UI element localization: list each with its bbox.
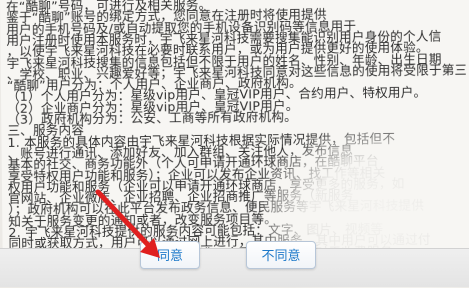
button-bar [0,248,469,287]
agreement-document: 在“酷聊”号码，可进行及相关服务。 鉴于“酷聊”账号的绑定方式，您同意在注册时将使… [0,0,469,287]
agree-button[interactable]: 同意 [140,241,200,269]
disagree-button[interactable]: 不同意 [246,241,316,269]
